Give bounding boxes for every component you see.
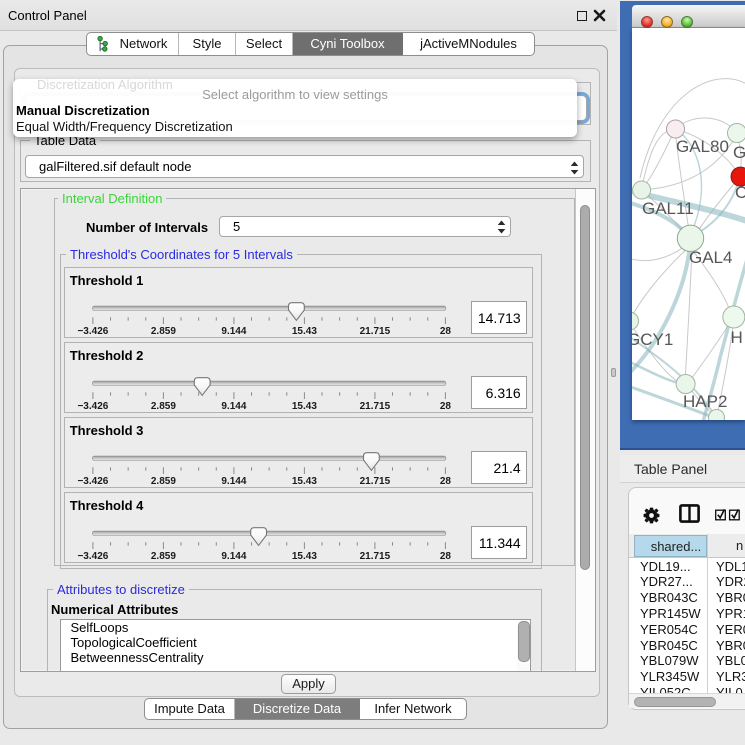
- svg-text:28: 28: [440, 476, 452, 487]
- svg-text:9.144: 9.144: [221, 476, 246, 487]
- svg-text:15.43: 15.43: [292, 401, 317, 412]
- svg-text:2.859: 2.859: [151, 551, 176, 562]
- svg-text:GAL80: GAL80: [676, 137, 729, 156]
- svg-text:9.144: 9.144: [221, 326, 246, 337]
- svg-text:C: C: [735, 183, 745, 202]
- svg-text:−3.426: −3.426: [77, 326, 108, 337]
- svg-text:HAP2: HAP2: [683, 392, 727, 411]
- svg-text:GAL4: GAL4: [689, 248, 732, 267]
- svg-text:28: 28: [440, 551, 452, 562]
- svg-text:21.715: 21.715: [359, 326, 390, 337]
- svg-text:15.43: 15.43: [292, 476, 317, 487]
- svg-text:15.43: 15.43: [292, 551, 317, 562]
- svg-text:GA: GA: [733, 143, 745, 162]
- svg-text:2.859: 2.859: [151, 476, 176, 487]
- svg-text:−3.426: −3.426: [77, 401, 108, 412]
- svg-text:21.715: 21.715: [359, 476, 390, 487]
- svg-text:28: 28: [440, 401, 452, 412]
- svg-text:2.859: 2.859: [151, 401, 176, 412]
- svg-text:−3.426: −3.426: [77, 476, 108, 487]
- svg-text:GCY1: GCY1: [632, 330, 673, 349]
- svg-text:−3.426: −3.426: [77, 551, 108, 562]
- svg-text:H: H: [731, 328, 743, 347]
- svg-text:9.144: 9.144: [221, 551, 246, 562]
- svg-text:2.859: 2.859: [151, 326, 176, 337]
- svg-text:9.144: 9.144: [221, 401, 246, 412]
- svg-text:21.715: 21.715: [359, 401, 390, 412]
- svg-text:21.715: 21.715: [359, 551, 390, 562]
- svg-text:28: 28: [440, 326, 452, 337]
- svg-text:15.43: 15.43: [292, 326, 317, 337]
- svg-text:GAL11: GAL11: [642, 199, 694, 218]
